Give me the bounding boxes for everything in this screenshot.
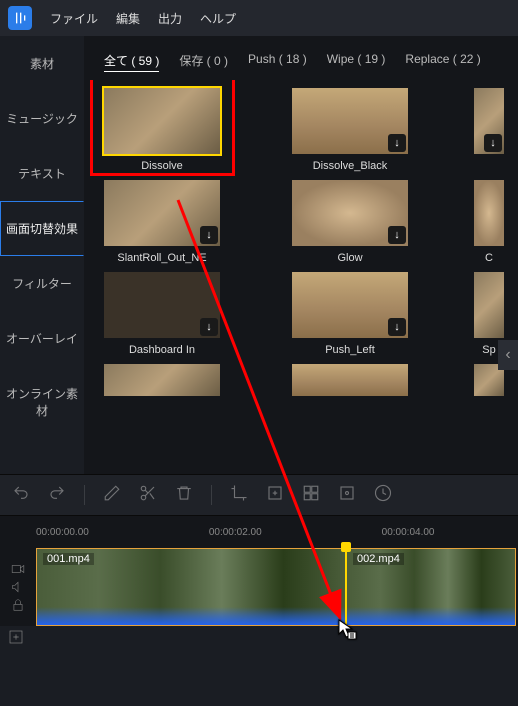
undo-icon[interactable] (12, 484, 30, 507)
transition-dissolve[interactable]: Dissolve (98, 88, 226, 172)
transition-dissolve-black[interactable]: ↓ Dissolve_Black (286, 88, 414, 172)
tab-all[interactable]: 全て ( 59 ) (104, 52, 159, 72)
sidebar-transitions[interactable]: 画面切替効果 (0, 201, 84, 256)
speaker-icon[interactable] (11, 580, 25, 594)
timeline-toolbar (0, 474, 518, 516)
transition-item[interactable] (286, 364, 414, 396)
bottom-bar (0, 626, 518, 648)
transition-label: SlantRoll_Out_NE (117, 252, 206, 264)
transition-item[interactable] (98, 364, 226, 396)
menu-output[interactable]: 出力 (158, 10, 182, 27)
tab-replace[interactable]: Replace ( 22 ) (405, 52, 480, 72)
speed-icon[interactable] (374, 484, 392, 507)
sidebar-overlays[interactable]: オーバーレイ (0, 311, 84, 366)
download-icon[interactable]: ↓ (388, 226, 406, 244)
timeline: 00:00:00.00 00:00:02.00 00:00:04.00 001.… (0, 516, 518, 626)
transition-slantroll[interactable]: ↓ SlantRoll_Out_NE (98, 180, 226, 264)
download-icon[interactable]: ↓ (484, 134, 502, 152)
clip-002[interactable]: 002.mp4 (346, 548, 516, 626)
waveform (347, 607, 515, 625)
transition-label: Dashboard In (129, 344, 195, 356)
transition-dashboard-in[interactable]: ↓ Dashboard In (98, 272, 226, 356)
sidebar-text[interactable]: テキスト (0, 146, 84, 201)
clip-label: 002.mp4 (353, 553, 404, 565)
clip-label: 001.mp4 (43, 553, 94, 565)
transition-label: Dissolve_Black (313, 160, 388, 172)
cut-icon[interactable] (139, 484, 157, 507)
time-ruler[interactable]: 00:00:00.00 00:00:02.00 00:00:04.00 (0, 516, 518, 548)
video-icon (11, 562, 25, 576)
download-icon[interactable]: ↓ (200, 226, 218, 244)
transition-item[interactable]: ↓ (474, 88, 504, 172)
ruler-time: 00:00:04.00 (382, 527, 435, 538)
sidebar-filters[interactable]: フィルター (0, 256, 84, 311)
transition-label: Push_Left (325, 344, 375, 356)
redo-icon[interactable] (48, 484, 66, 507)
transition-label: Sp (482, 344, 495, 356)
filter-tabs: 全て ( 59 ) 保存 ( 0 ) Push ( 18 ) Wipe ( 19… (84, 36, 518, 80)
transitions-grid: Dissolve ↓ Dissolve_Black ↓ ↓ SlantRoll_… (84, 80, 518, 474)
freeze-icon[interactable] (338, 484, 356, 507)
tab-saved[interactable]: 保存 ( 0 ) (179, 52, 228, 72)
drag-cursor (337, 618, 357, 645)
lock-icon[interactable] (11, 598, 25, 612)
transition-glow[interactable]: ↓ Glow (286, 180, 414, 264)
transition-label: Glow (337, 252, 362, 264)
ruler-time: 00:00:02.00 (209, 527, 262, 538)
add-track-icon[interactable] (8, 629, 24, 645)
video-track[interactable]: 001.mp4 002.mp4 (36, 548, 518, 626)
clip-001[interactable]: 001.mp4 (36, 548, 346, 626)
delete-icon[interactable] (175, 484, 193, 507)
tab-wipe[interactable]: Wipe ( 19 ) (327, 52, 386, 72)
zoom-icon[interactable] (266, 484, 284, 507)
download-icon[interactable]: ↓ (388, 318, 406, 336)
ruler-time: 00:00:00.00 (36, 527, 89, 538)
menu-edit[interactable]: 編集 (116, 10, 140, 27)
menu-file[interactable]: ファイル (50, 10, 98, 27)
video-track-head (0, 548, 36, 626)
sidebar-music[interactable]: ミュージック (0, 91, 84, 146)
transition-push-left[interactable]: ↓ Push_Left (286, 272, 414, 356)
transition-label: C (485, 252, 493, 264)
sidebar-online[interactable]: オンライン素材 (0, 366, 84, 438)
sidebar: 素材 ミュージック テキスト 画面切替効果 フィルター オーバーレイ オンライン… (0, 36, 84, 474)
transition-item[interactable]: C (474, 180, 504, 264)
menu-help[interactable]: ヘルプ (200, 10, 236, 27)
main-panel: 全て ( 59 ) 保存 ( 0 ) Push ( 18 ) Wipe ( 19… (84, 36, 518, 474)
edit-icon[interactable] (103, 484, 121, 507)
scroll-right-button[interactable]: ‹ (498, 340, 518, 370)
tab-push[interactable]: Push ( 18 ) (248, 52, 307, 72)
transition-label: Dissolve (141, 160, 183, 172)
download-icon[interactable]: ↓ (388, 134, 406, 152)
app-logo (8, 6, 32, 30)
menubar: ファイル 編集 出力 ヘルプ (0, 0, 518, 36)
download-icon[interactable]: ↓ (200, 318, 218, 336)
sidebar-media[interactable]: 素材 (0, 36, 84, 91)
playhead[interactable] (345, 548, 347, 626)
crop-icon[interactable] (230, 484, 248, 507)
mosaic-icon[interactable] (302, 484, 320, 507)
waveform (37, 607, 345, 625)
